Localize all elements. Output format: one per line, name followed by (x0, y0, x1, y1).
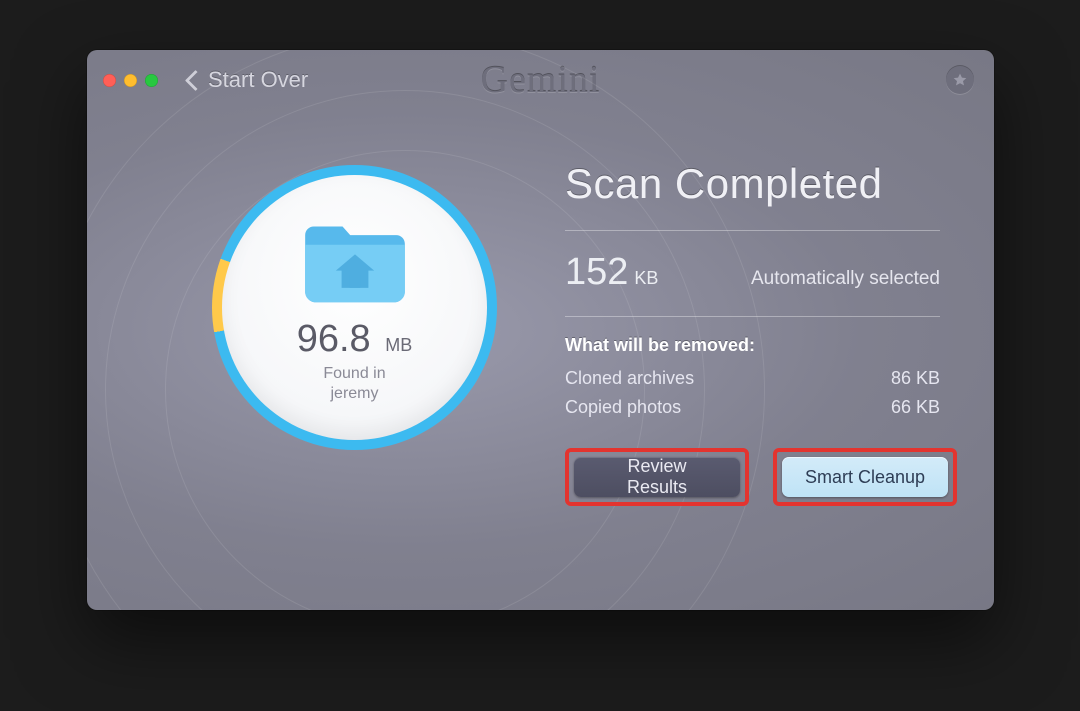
found-size-unit: MB (385, 335, 412, 355)
start-over-button[interactable]: Start Over (186, 67, 308, 93)
app-window: Start Over Gemini 96.8 MB (87, 50, 994, 610)
minimize-icon[interactable] (124, 74, 137, 87)
button-row: Review Results Smart Cleanup (565, 448, 940, 506)
remove-list: Cloned archives 86 KB Copied photos 66 K… (565, 368, 940, 418)
divider (565, 316, 940, 317)
remove-item-label: Cloned archives (565, 368, 694, 389)
favorite-button[interactable] (946, 66, 974, 94)
chevron-left-icon (186, 69, 198, 91)
selected-label: Automatically selected (751, 268, 940, 290)
close-icon[interactable] (103, 74, 116, 87)
review-results-button[interactable]: Review Results (574, 457, 740, 497)
list-item: Copied photos 66 KB (565, 397, 940, 418)
scan-heading: Scan Completed (565, 160, 940, 208)
remove-item-size: 86 KB (891, 368, 940, 389)
selected-size: 152 KB (565, 251, 658, 294)
scan-summary-content: 96.8 MB Found in jeremy (222, 175, 487, 440)
traffic-lights (103, 74, 158, 87)
remove-item-size: 66 KB (891, 397, 940, 418)
scan-summary-circle: 96.8 MB Found in jeremy (217, 170, 492, 445)
highlight-frame: Review Results (565, 448, 749, 506)
found-in-label: Found in (323, 365, 385, 382)
home-folder-icon (297, 216, 413, 308)
list-item: Cloned archives 86 KB (565, 368, 940, 389)
remove-item-label: Copied photos (565, 397, 681, 418)
results-panel: Scan Completed 152 KB Automatically selec… (565, 160, 940, 506)
selected-row: 152 KB Automatically selected (565, 231, 940, 316)
zoom-icon[interactable] (145, 74, 158, 87)
highlight-frame: Smart Cleanup (773, 448, 957, 506)
found-in: Found in jeremy (323, 364, 385, 404)
found-in-folder: jeremy (330, 385, 378, 402)
found-size-value: 96.8 (297, 318, 371, 360)
remove-heading: What will be removed: (565, 335, 940, 356)
selected-size-unit: KB (634, 268, 658, 288)
smart-cleanup-button[interactable]: Smart Cleanup (782, 457, 948, 497)
start-over-label: Start Over (208, 67, 308, 93)
selected-size-value: 152 (565, 251, 628, 293)
titlebar: Start Over Gemini (87, 50, 994, 110)
star-icon (952, 72, 968, 88)
found-size: 96.8 MB (297, 320, 413, 358)
